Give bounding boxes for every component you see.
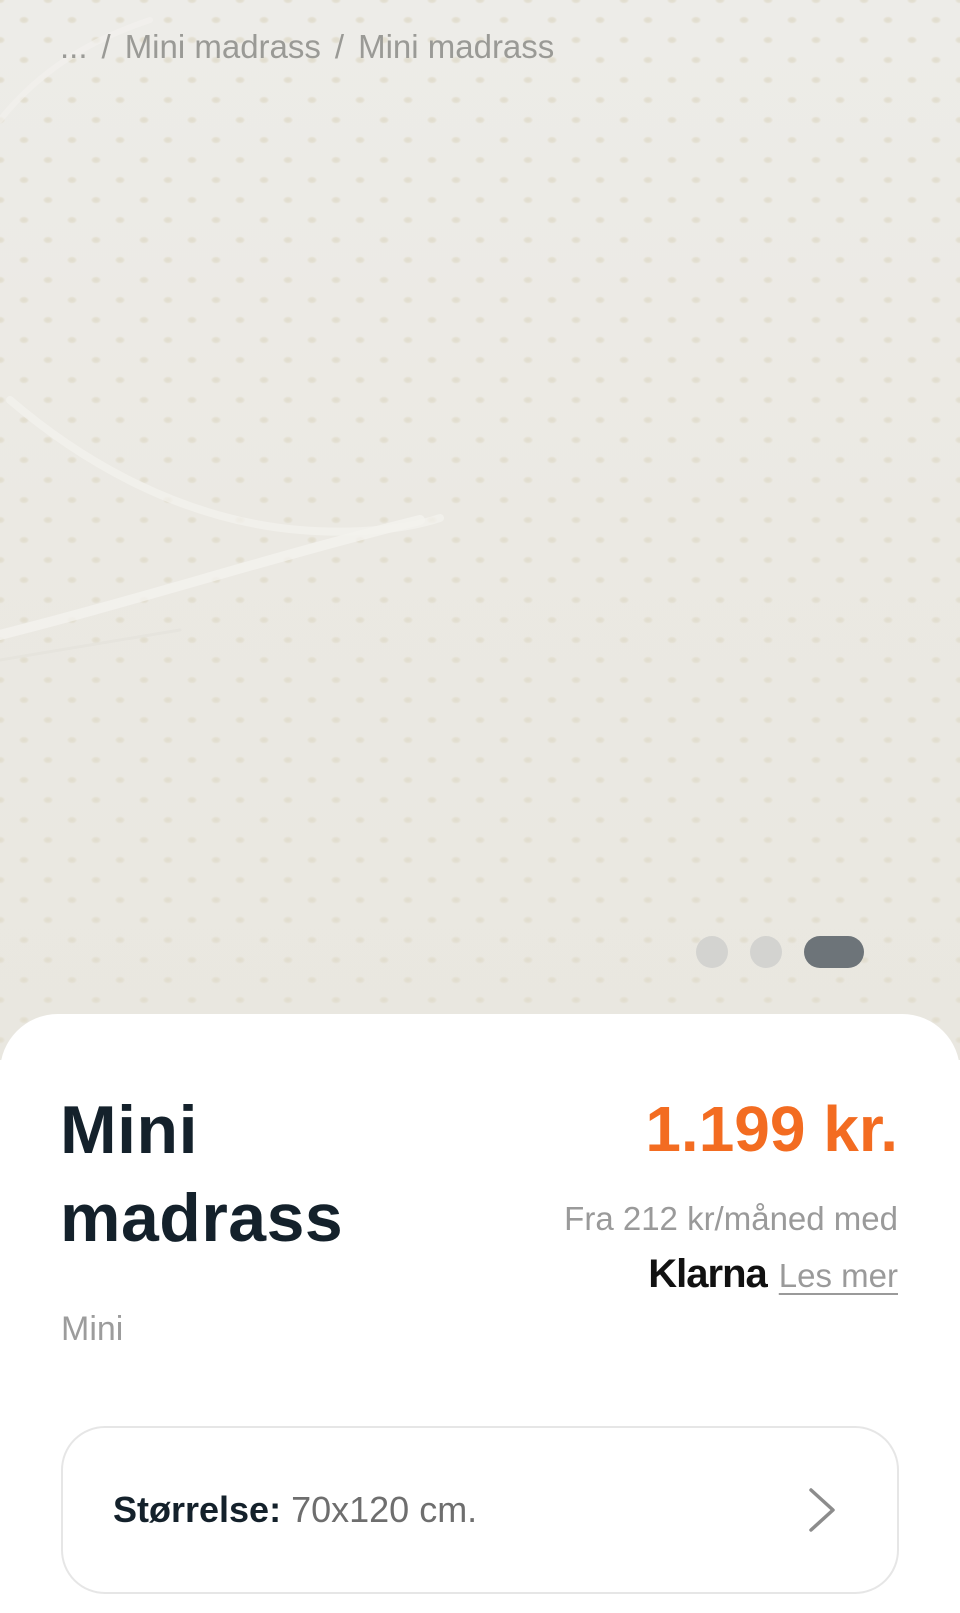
size-label: Størrelse: — [113, 1489, 292, 1530]
fabric-quilt-pattern — [0, 17, 444, 662]
breadcrumb-ellipsis[interactable]: ... — [60, 28, 88, 66]
breadcrumb-separator: / — [334, 28, 345, 65]
klarna-logo: Klarna — [648, 1252, 767, 1296]
product-title: Mini madrass — [60, 1092, 344, 1256]
carousel-dot-2[interactable] — [750, 936, 782, 968]
klarna-row: Klarna Les mer — [648, 1252, 898, 1297]
size-selector-text: Størrelse: 70x120 cm. — [113, 1489, 807, 1531]
chevron-right-icon — [809, 1488, 835, 1532]
breadcrumb-separator: / — [101, 28, 111, 65]
carousel-pagination — [696, 936, 864, 968]
product-price: 1.199 kr. — [645, 1093, 898, 1165]
product-page: ... / Mini madrass / Mini madrass Mini m… — [0, 0, 960, 1613]
breadcrumb: ... / Mini madrass / Mini madrass — [60, 28, 554, 66]
carousel-dot-3-active[interactable] — [804, 936, 864, 968]
product-variant: Mini — [61, 1310, 124, 1348]
size-selector-button[interactable]: Størrelse: 70x120 cm. — [61, 1426, 899, 1594]
product-image[interactable]: ... / Mini madrass / Mini madrass — [0, 0, 960, 1060]
breadcrumb-item-category[interactable]: Mini madrass — [125, 28, 321, 66]
breadcrumb-item-current[interactable]: Mini madrass — [358, 28, 554, 66]
carousel-dot-1[interactable] — [696, 936, 728, 968]
financing-text: Fra 212 kr/måned med — [564, 1200, 898, 1237]
size-value: 70x120 cm. — [291, 1489, 478, 1530]
read-more-link[interactable]: Les mer — [779, 1257, 898, 1295]
